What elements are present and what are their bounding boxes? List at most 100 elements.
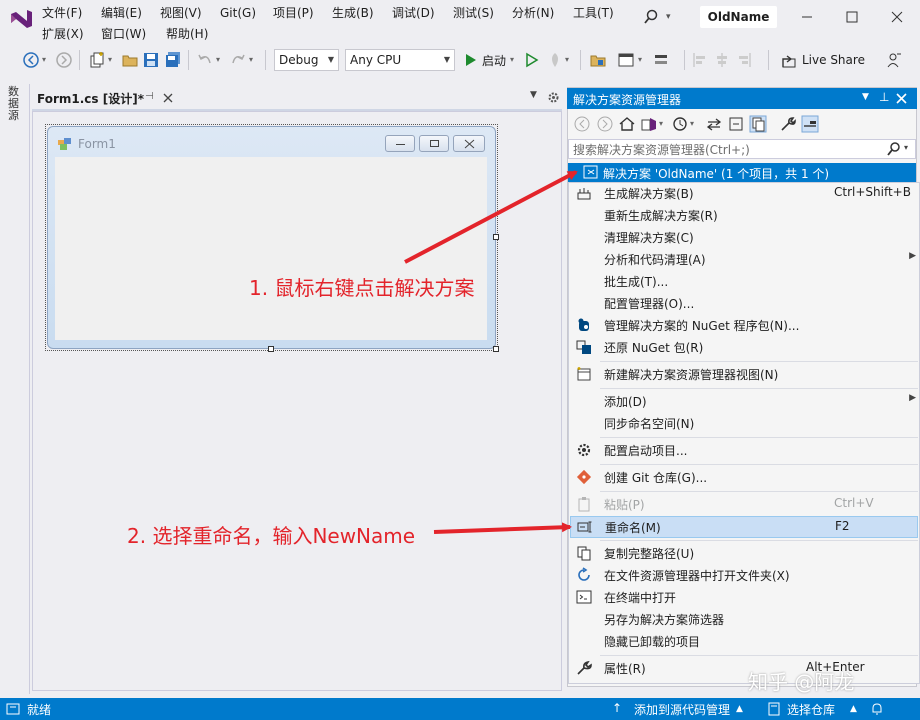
search-icon[interactable]	[641, 8, 661, 26]
redo-dropdown-icon[interactable]: ▾	[249, 51, 253, 69]
select-repository-button[interactable]: 选择仓库	[787, 701, 835, 718]
menu-debug[interactable]: 调试(D)	[392, 4, 435, 22]
pin-tab-icon[interactable]: ⊣	[145, 91, 154, 102]
menu-item-batch-build[interactable]: 批生成(T)...	[568, 271, 920, 293]
new-dropdown-icon[interactable]: ▾	[108, 51, 112, 69]
se-forward-icon[interactable]	[596, 115, 614, 133]
back-icon[interactable]	[22, 51, 40, 69]
properties-wrench-icon[interactable]	[779, 115, 797, 133]
menu-item-build-solution[interactable]: 生成解决方案(B) Ctrl+Shift+B	[568, 183, 920, 205]
collapse-all-icon[interactable]	[727, 115, 745, 133]
open-folder-icon[interactable]	[121, 51, 139, 69]
menu-help[interactable]: 帮助(H)	[166, 25, 208, 43]
save-icon[interactable]	[142, 51, 160, 69]
live-share-button[interactable]: Live Share	[802, 53, 865, 67]
window-layout-icon[interactable]	[617, 51, 635, 69]
menu-edit[interactable]: 编辑(E)	[101, 4, 142, 22]
hot-reload-icon[interactable]	[546, 51, 564, 69]
close-icon[interactable]	[886, 6, 908, 28]
align-center-icon[interactable]	[713, 51, 731, 69]
menu-build[interactable]: 生成(B)	[332, 4, 374, 22]
se-back-icon[interactable]	[573, 115, 591, 133]
settings-gear-icon[interactable]	[547, 91, 560, 104]
forward-icon[interactable]	[55, 51, 73, 69]
resize-handle-right[interactable]	[493, 234, 499, 240]
panel-options-dropdown-icon[interactable]: ▼	[862, 92, 869, 102]
undo-icon[interactable]	[196, 51, 214, 69]
menu-item-paste[interactable]: 粘贴(P) Ctrl+V	[568, 494, 920, 516]
menu-item-config-manager[interactable]: 配置管理器(O)...	[568, 293, 920, 315]
hot-reload-dropdown-icon[interactable]: ▾	[565, 51, 569, 69]
data-sources-tab[interactable]: 数据源	[8, 86, 22, 122]
menu-item-restore-nuget[interactable]: 还原 NuGet 包(R)	[568, 337, 920, 359]
menu-item-properties[interactable]: 属性(R) Alt+Enter	[568, 658, 920, 680]
menu-item-new-se-view[interactable]: 新建解决方案资源管理器视图(N)	[568, 364, 920, 386]
menu-item-save-as-filter[interactable]: 另存为解决方案筛选器	[568, 609, 920, 631]
start-button-label[interactable]: 启动	[482, 52, 506, 69]
start-without-debug-icon[interactable]	[523, 51, 541, 69]
add-to-source-control-button[interactable]: 添加到源代码管理	[634, 701, 730, 718]
align-left-icon[interactable]	[691, 51, 709, 69]
menu-item-analyze[interactable]: 分析和代码清理(A) ▶	[568, 249, 920, 271]
save-all-icon[interactable]	[164, 51, 182, 69]
live-share-icon[interactable]	[780, 52, 798, 70]
menu-item-rebuild-solution[interactable]: 重新生成解决方案(R)	[568, 205, 920, 227]
menu-item-open-in-explorer[interactable]: 在文件资源管理器中打开文件夹(X)	[568, 565, 920, 587]
menu-extensions[interactable]: 扩展(X)	[42, 25, 84, 43]
search-dropdown-icon[interactable]: ▾	[666, 8, 671, 26]
feedback-icon[interactable]	[885, 51, 903, 69]
filter-dropdown-icon[interactable]: ▾	[690, 115, 694, 133]
close-panel-icon[interactable]	[896, 93, 907, 104]
menu-item-rename[interactable]: 重命名(M) F2	[570, 516, 918, 538]
show-all-files-icon[interactable]	[749, 115, 767, 133]
source-control-dropdown-icon[interactable]: ▲	[736, 704, 743, 714]
home-icon[interactable]	[618, 115, 636, 133]
window-layout-dropdown-icon[interactable]: ▾	[638, 51, 642, 69]
menu-file[interactable]: 文件(F)	[42, 4, 82, 22]
open-file-folder-icon[interactable]	[589, 51, 607, 69]
notifications-bell-icon[interactable]	[870, 702, 884, 716]
back-dropdown-icon[interactable]: ▾	[42, 51, 46, 69]
menu-tools[interactable]: 工具(T)	[573, 4, 614, 22]
menu-item-open-in-terminal[interactable]: 在终端中打开	[568, 587, 920, 609]
menu-test[interactable]: 测试(S)	[453, 4, 494, 22]
align-right-icon[interactable]	[735, 51, 753, 69]
resize-handle-corner[interactable]	[493, 346, 499, 352]
configuration-select[interactable]: Debug ▼	[274, 49, 339, 71]
snap-lines-icon[interactable]	[652, 51, 670, 69]
menu-item-copy-full-path[interactable]: 复制完整路径(U)	[568, 543, 920, 565]
menu-view[interactable]: 视图(V)	[160, 4, 202, 22]
menu-git[interactable]: Git(G)	[220, 4, 256, 22]
menu-project[interactable]: 项目(P)	[273, 4, 314, 22]
menu-item-sync-namespaces[interactable]: 同步命名空间(N)	[568, 413, 920, 435]
pending-changes-filter-icon[interactable]	[671, 115, 689, 133]
switch-views-dropdown-icon[interactable]: ▾	[659, 115, 663, 133]
repository-dropdown-icon[interactable]: ▲	[850, 704, 857, 714]
form-client-area[interactable]	[55, 157, 487, 340]
preview-selected-items-icon[interactable]	[801, 115, 819, 133]
new-project-icon[interactable]	[88, 51, 106, 69]
tab-list-dropdown-icon[interactable]: ▼	[530, 90, 537, 100]
resize-handle-bottom[interactable]	[268, 346, 274, 352]
sync-with-active-doc-icon[interactable]	[705, 115, 723, 133]
search-options-dropdown-icon[interactable]: ▾	[904, 143, 908, 152]
minimize-icon[interactable]	[796, 6, 818, 28]
platform-select[interactable]: Any CPU ▼	[345, 49, 455, 71]
menu-window[interactable]: 窗口(W)	[101, 25, 146, 43]
menu-item-hide-unloaded[interactable]: 隐藏已卸载的项目	[568, 631, 920, 653]
menu-item-create-git-repo[interactable]: 创建 Git 仓库(G)...	[568, 467, 920, 489]
start-debug-icon[interactable]	[462, 51, 480, 69]
redo-icon[interactable]	[229, 51, 247, 69]
undo-dropdown-icon[interactable]: ▾	[216, 51, 220, 69]
menu-item-manage-nuget[interactable]: 管理解决方案的 NuGet 程序包(N)...	[568, 315, 920, 337]
switch-views-icon[interactable]	[640, 115, 658, 133]
start-dropdown-icon[interactable]: ▾	[510, 51, 514, 69]
menu-item-clean-solution[interactable]: 清理解决方案(C)	[568, 227, 920, 249]
menu-analyze[interactable]: 分析(N)	[512, 4, 554, 22]
maximize-icon[interactable]	[841, 6, 863, 28]
close-tab-icon[interactable]	[162, 92, 174, 104]
pin-panel-icon[interactable]: ⊥	[879, 90, 889, 104]
search-icon[interactable]	[886, 141, 902, 157]
menu-item-startup-projects[interactable]: 配置启动项目...	[568, 440, 920, 462]
menu-item-add[interactable]: 添加(D) ▶	[568, 391, 920, 413]
